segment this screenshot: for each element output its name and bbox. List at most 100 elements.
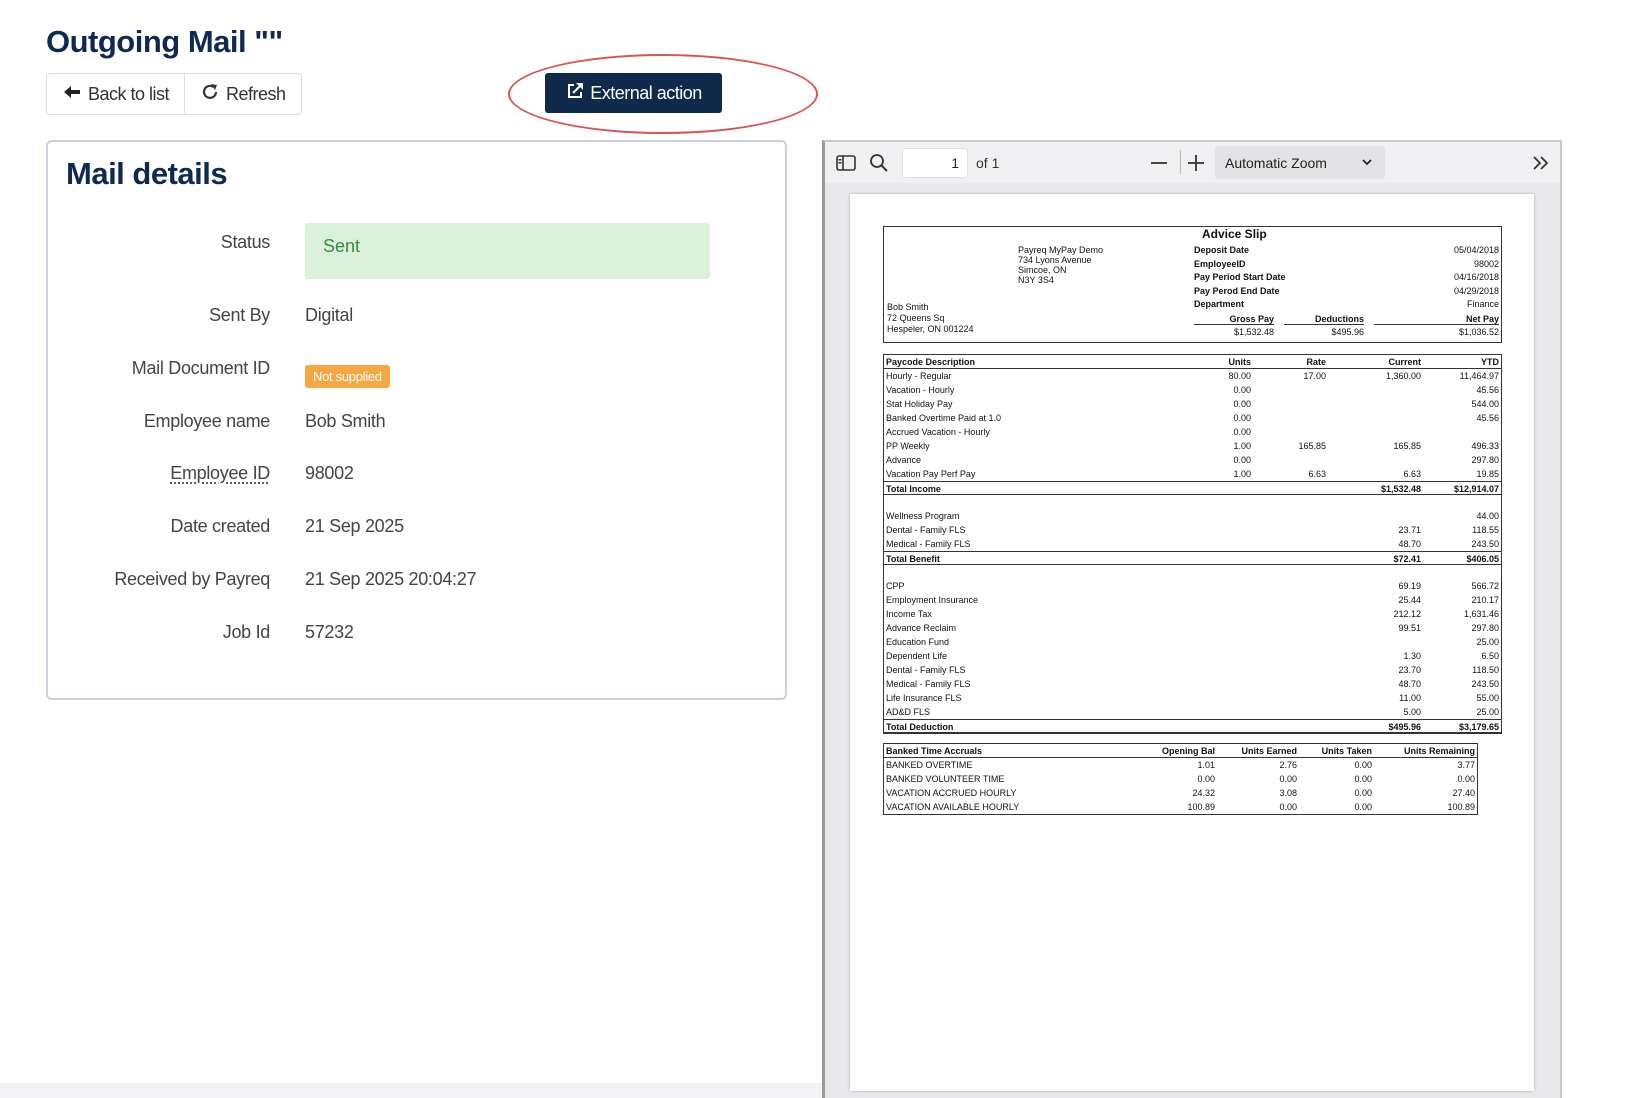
table-cell: VACATION ACCRUED HOURLY [886,788,1017,798]
zoom-select[interactable]: Automatic Zoom [1215,146,1385,179]
table-row: Vacation - Hourly 0.00 45.56 [884,383,1501,397]
table-row: Income Tax 212.12 1,631.46 [884,607,1501,621]
table-cell: 6.63 [1403,469,1421,479]
employee-id-label[interactable]: Employee ID [170,463,270,484]
date-created-value: 21 Sep 2025 [305,516,404,536]
table-cell: $72.41 [1393,554,1421,564]
external-link-icon [565,81,585,106]
table-cell: 0.00 [1233,427,1251,437]
table-cell: Current [1388,357,1421,367]
table-cell: 0.00 [1457,774,1475,784]
back-to-list-button[interactable]: Back to list [47,74,184,114]
employee-name-value: Bob Smith [305,411,386,431]
table-row: Vacation Pay Perf Pay 1.00 6.63 6.63 19.85 [884,467,1501,481]
table-cell: Banked Overtime Paid at 1.0 [886,413,1002,423]
table-cell: Units [1228,357,1252,367]
company-line: N3Y 3S4 [1018,275,1054,285]
job-id-value: 57232 [305,622,354,642]
page-count: of 1 [976,155,1000,171]
table-row: Education Fund 25.00 [884,635,1501,649]
gross-pay-label: Gross Pay [1194,314,1274,325]
slip-field-label: Pay Perod End Date [1194,285,1280,296]
table-cell: 45.56 [1476,413,1499,423]
table-cell: $12,914.07 [1453,484,1499,494]
table-cell: Life Insurance FLS [886,693,962,703]
table-cell: 23.70 [1398,665,1421,675]
table-cell: 297.80 [1471,455,1499,465]
table-cell: 80.00 [1228,371,1251,381]
table-cell: 45.56 [1476,385,1499,395]
table-cell: 3.77 [1457,760,1475,770]
net-pay-label: Net Pay [1374,314,1499,325]
company-line: Simcoe, ON [1018,265,1067,275]
table-cell: Dental - Family FLS [886,525,966,535]
back-to-list-label: Back to list [88,83,170,104]
table-row: Dental - Family FLS 23.71 118.55 [884,523,1501,537]
table-header-row: Banked Time Accruals Opening Bal Units Ear… [884,744,1477,758]
table-cell: PP Weekly [886,441,930,451]
table-cell: 0.00 [1233,399,1251,409]
bottom-bar [0,1083,822,1098]
table-cell: 165.85 [1298,441,1326,451]
table-cell: 243.50 [1471,539,1499,549]
table-row: VACATION AVAILABLE HOURLY 100.89 0.00 0.00 1… [884,800,1477,814]
table-row: Hourly - Regular 80.00 17.00 1,360.00 11,464… [884,369,1501,383]
table-cell: 1.00 [1233,469,1251,479]
slip-field-label: Department [1194,299,1245,309]
table-cell: 25.00 [1476,637,1499,647]
table-cell: 0.00 [1233,455,1251,465]
table-cell: 0.00 [1354,760,1372,770]
employee-line: Hespeler, ON 001224 [887,324,974,334]
company-line: Payreq MyPay Demo [1018,245,1104,255]
table-cell: VACATION AVAILABLE HOURLY [886,802,1020,812]
double-chevron-right-icon[interactable] [1530,152,1552,174]
slip-field-value: Finance [1466,299,1499,309]
table-cell: 19.85 [1476,469,1499,479]
received-by-value: 21 Sep 2025 20:04:27 [305,569,477,589]
table-cell: Education Fund [886,637,950,647]
table-cell: Opening Bal [1161,746,1215,756]
chevron-down-icon [1361,155,1373,171]
refresh-label: Refresh [226,83,286,104]
refresh-button[interactable]: Refresh [184,74,301,114]
slip-field-value: 04/16/2018 [1453,272,1499,282]
table-cell: 11.00 [1399,693,1421,703]
pdf-viewer: 1 of 1 Automatic Zoom Advice Slip Payreq… [822,140,1562,1098]
received-by-label: Received by Payreq [114,569,270,589]
sent-by-value: Digital [305,305,353,325]
table-cell: Vacation Pay Perf Pay [886,469,976,479]
table-row: Dental - Family FLS 23.70 118.50 [884,663,1501,677]
table-cell: 118.50 [1472,665,1499,675]
zoom-out-icon[interactable] [1148,152,1170,174]
employee-address: Bob Smith 72 Queens Sq Hespeler, ON 0012… [887,302,974,335]
deductions-label: Deductions [1284,314,1364,325]
table-cell: Rate [1306,357,1326,367]
advice-slip-header: Advice Slip Payreq MyPay Demo 734 Lyons … [883,226,1502,343]
table-row: BANKED VOLUNTEER TIME 0.00 0.00 0.00 0.00 [884,772,1477,786]
table-cell: Employment Insurance [886,595,979,605]
sidebar-toggle-icon[interactable] [835,152,857,174]
search-icon[interactable] [868,152,890,174]
action-button-group: Back to list Refresh [46,73,302,115]
table-cell: Income Tax [886,609,932,619]
job-id-label: Job Id [222,622,271,642]
slip-field-value: 04/29/2018 [1453,285,1499,296]
table-cell: 11,464.97 [1459,371,1499,381]
table-cell: 165.85 [1393,441,1421,451]
zoom-in-icon[interactable] [1185,152,1207,174]
external-action-button[interactable]: External action [545,73,722,113]
table-row: AD&D FLS 5.00 25.00 [884,705,1501,719]
pdf-page: Advice Slip Payreq MyPay Demo 734 Lyons … [850,194,1534,1091]
table-cell: 100.89 [1187,802,1215,812]
page-number-input[interactable]: 1 [902,148,968,178]
table-cell: 6.63 [1308,469,1326,479]
table-row: Stat Holiday Pay 0.00 544.00 [884,397,1501,411]
table-cell: 24.32 [1192,788,1215,798]
table-cell: Medical - Family FLS [886,679,971,689]
slip-field-label: EmployeeID [1194,258,1246,269]
refresh-icon [200,82,220,107]
table-cell: Stat Holiday Pay [886,399,953,409]
table-row: VACATION ACCRUED HOURLY 24.32 3.08 0.00 27.4… [884,786,1477,800]
employee-id-value: 98002 [305,463,354,483]
table-cell: 0.00 [1279,774,1297,784]
